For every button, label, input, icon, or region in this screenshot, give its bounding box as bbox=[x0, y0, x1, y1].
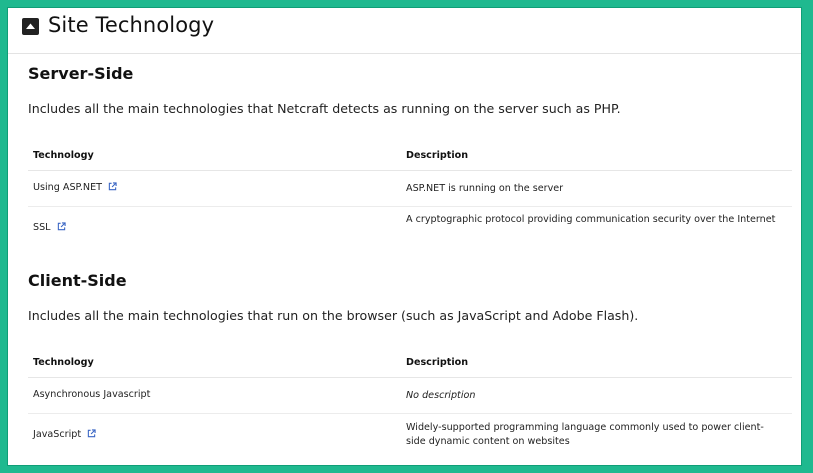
technology-link-javascript[interactable]: JavaScript bbox=[33, 429, 81, 440]
table-row: SSL A cryptographic protocol providing c… bbox=[28, 207, 792, 249]
section-header[interactable]: Site Technology bbox=[8, 8, 801, 54]
external-link-icon[interactable] bbox=[57, 222, 66, 231]
table-row: JavaScript Widely-supported programming … bbox=[28, 414, 792, 462]
column-header-technology: Technology bbox=[33, 357, 94, 368]
column-header-description: Description bbox=[406, 150, 469, 161]
column-header-technology: Technology bbox=[33, 150, 94, 161]
technology-cell: JavaScript bbox=[33, 429, 96, 440]
table-row: Asynchronous Javascript No description bbox=[28, 378, 792, 414]
column-header-description: Description bbox=[406, 357, 469, 368]
description-cell: ASP.NET is running on the server bbox=[406, 183, 564, 194]
technology-cell: Asynchronous Javascript bbox=[33, 389, 151, 400]
external-link-icon[interactable] bbox=[108, 182, 117, 191]
description-cell: No description bbox=[406, 390, 476, 401]
description-cell: A cryptographic protocol providing commu… bbox=[406, 214, 776, 225]
technology-cell: SSL bbox=[33, 222, 66, 233]
collapse-up-icon[interactable] bbox=[22, 18, 39, 35]
table-header-row: Technology Description bbox=[28, 140, 792, 171]
section-title: Site Technology bbox=[48, 13, 215, 37]
client-side-table: Technology Description Asynchronous Java… bbox=[28, 347, 792, 462]
server-side-table: Technology Description Using ASP.NET ASP… bbox=[28, 140, 792, 249]
server-side-intro: Includes all the main technologies that … bbox=[28, 101, 621, 116]
server-side-heading: Server-Side bbox=[28, 64, 134, 83]
technology-cell: Using ASP.NET bbox=[33, 182, 117, 193]
client-side-intro: Includes all the main technologies that … bbox=[28, 308, 639, 323]
site-technology-panel: Site Technology Server-Side Includes all… bbox=[7, 7, 802, 466]
description-cell: Widely-supported programming language co… bbox=[406, 422, 764, 447]
client-side-heading: Client-Side bbox=[28, 271, 127, 290]
table-row: Using ASP.NET ASP.NET is running on the … bbox=[28, 171, 792, 207]
technology-link-ssl[interactable]: SSL bbox=[33, 222, 51, 233]
technology-link-asp-net[interactable]: Using ASP.NET bbox=[33, 182, 102, 193]
external-link-icon[interactable] bbox=[87, 429, 96, 438]
table-header-row: Technology Description bbox=[28, 347, 792, 378]
